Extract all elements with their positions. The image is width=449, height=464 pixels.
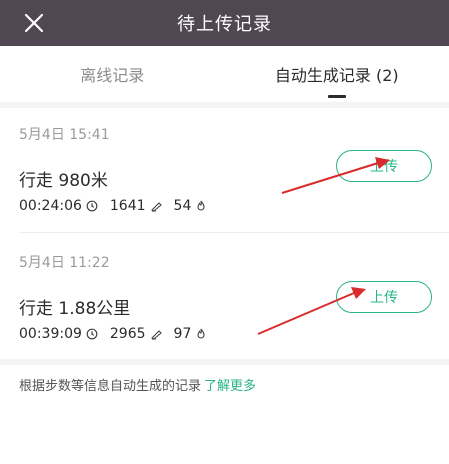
section-divider (0, 359, 449, 365)
record-activity: 行走 980米 (19, 171, 108, 191)
calories-value: 54 (173, 198, 192, 214)
record-item: 5月4日 15:41 行走 980米 00:24:06 1641 54 上传 (0, 108, 449, 232)
tab-label: 自动生成记录 (2) (274, 66, 399, 85)
active-tab-indicator (327, 95, 346, 98)
clock-icon (86, 200, 98, 212)
flame-icon (195, 200, 207, 212)
shoe-icon (150, 328, 162, 340)
close-button[interactable] (20, 9, 48, 37)
learn-more-link[interactable]: 了解更多 (204, 379, 256, 394)
record-date: 5月4日 11:22 (19, 255, 110, 271)
record-date: 5月4日 15:41 (19, 127, 110, 143)
note-text: 根据步数等信息自动生成的记录 (19, 379, 202, 394)
page-title: 待上传记录 (177, 14, 272, 35)
upload-button[interactable]: 上传 (336, 281, 432, 313)
record-stats: 00:39:09 2965 97 (19, 326, 219, 342)
steps-value: 1641 (109, 198, 146, 214)
record-tabs: 离线记录 自动生成记录 (2) (0, 46, 449, 102)
record-activity: 行走 1.88公里 (19, 299, 131, 319)
duration-value: 00:39:09 (19, 326, 82, 342)
record-item: 5月4日 11:22 行走 1.88公里 00:39:09 2965 97 上传 (0, 233, 449, 359)
auto-record-note: 根据步数等信息自动生成的记录 了解更多 (19, 375, 256, 394)
record-stats: 00:24:06 1641 54 (19, 198, 219, 214)
close-icon (24, 13, 44, 33)
shoe-icon (150, 200, 162, 212)
tab-offline-records[interactable]: 离线记录 (0, 46, 225, 102)
upload-button[interactable]: 上传 (336, 150, 432, 182)
top-bar: 待上传记录 (0, 0, 449, 46)
steps-value: 2965 (109, 326, 146, 342)
clock-icon (86, 328, 98, 340)
calories-value: 97 (173, 326, 192, 342)
flame-icon (195, 328, 207, 340)
tab-auto-records[interactable]: 自动生成记录 (2) (225, 46, 449, 102)
tab-label: 离线记录 (80, 66, 145, 85)
duration-value: 00:24:06 (19, 198, 82, 214)
